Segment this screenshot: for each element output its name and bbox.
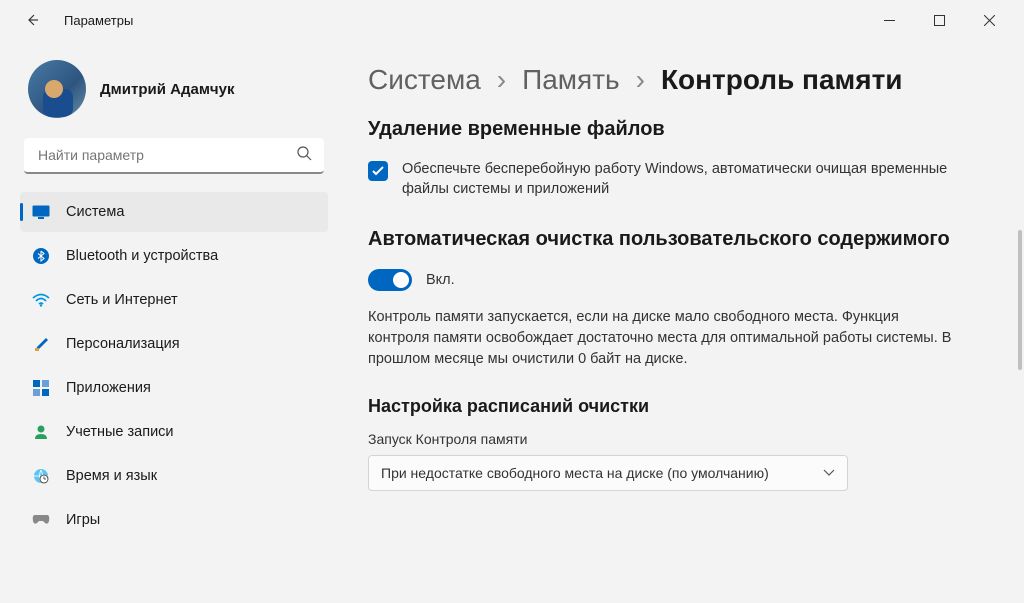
storage-sense-toggle[interactable] [368,269,412,291]
section-heading-auto-clean: Автоматическая очистка пользовательского… [368,228,996,251]
nav-label: Bluetooth и устройства [66,248,218,264]
maximize-icon [934,15,945,26]
nav-label: Система [66,204,124,220]
nav-time[interactable]: Время и язык [20,456,328,496]
profile-block[interactable]: Дмитрий Адамчук [20,56,328,138]
toggle-state-label: Вкл. [426,272,455,288]
temp-files-checkbox[interactable] [368,161,388,181]
nav-personalization[interactable]: Персонализация [20,324,328,364]
minimize-button[interactable] [866,4,912,36]
close-button[interactable] [966,4,1012,36]
display-icon [32,203,50,221]
main-content: Система › Память › Контроль памяти Удале… [340,40,1024,603]
sidebar: Дмитрий Адамчук Система Bluetooth и устр… [0,40,340,603]
nav-label: Время и язык [66,468,157,484]
storage-sense-description: Контроль памяти запускается, если на дис… [368,307,958,370]
brush-icon [32,335,50,353]
nav-label: Сеть и Интернет [66,292,178,308]
section-heading-schedule: Настройка расписаний очистки [368,396,996,417]
breadcrumb: Система › Память › Контроль памяти [368,64,996,96]
nav-label: Персонализация [66,336,180,352]
chevron-right-icon: › [636,64,645,96]
bluetooth-icon [32,247,50,265]
titlebar: Параметры [0,0,1024,40]
nav-apps[interactable]: Приложения [20,368,328,408]
apps-icon [32,379,50,397]
chevron-down-icon [823,469,835,477]
section-heading-temp-files: Удаление временные файлов [368,118,996,141]
nav-system[interactable]: Система [20,192,328,232]
nav-accounts[interactable]: Учетные записи [20,412,328,452]
breadcrumb-current: Контроль памяти [661,64,903,96]
search-icon [297,146,312,166]
breadcrumb-storage[interactable]: Память [522,64,620,96]
nav-label: Учетные записи [66,424,174,440]
maximize-button[interactable] [916,4,962,36]
person-icon [32,423,50,441]
schedule-dropdown[interactable]: При недостатке свободного места на диске… [368,455,848,491]
nav-bluetooth[interactable]: Bluetooth и устройства [20,236,328,276]
minimize-icon [884,15,895,26]
search-input[interactable] [24,138,324,174]
avatar [28,60,86,118]
nav-label: Игры [66,512,100,528]
dropdown-value: При недостатке свободного места на диске… [381,465,769,481]
nav-label: Приложения [66,380,151,396]
back-button[interactable] [16,4,48,36]
profile-name: Дмитрий Адамчук [100,81,234,98]
nav-network[interactable]: Сеть и Интернет [20,280,328,320]
window-title: Параметры [64,13,133,28]
arrow-left-icon [24,12,40,28]
clock-globe-icon [32,467,50,485]
breadcrumb-system[interactable]: Система [368,64,481,96]
wifi-icon [32,291,50,309]
close-icon [984,15,995,26]
schedule-field-label: Запуск Контроля памяти [368,431,996,447]
gamepad-icon [32,511,50,529]
check-icon [372,166,384,176]
temp-files-label: Обеспечьте бесперебойную работу Windows,… [402,159,996,200]
nav-gaming[interactable]: Игры [20,500,328,540]
chevron-right-icon: › [497,64,506,96]
